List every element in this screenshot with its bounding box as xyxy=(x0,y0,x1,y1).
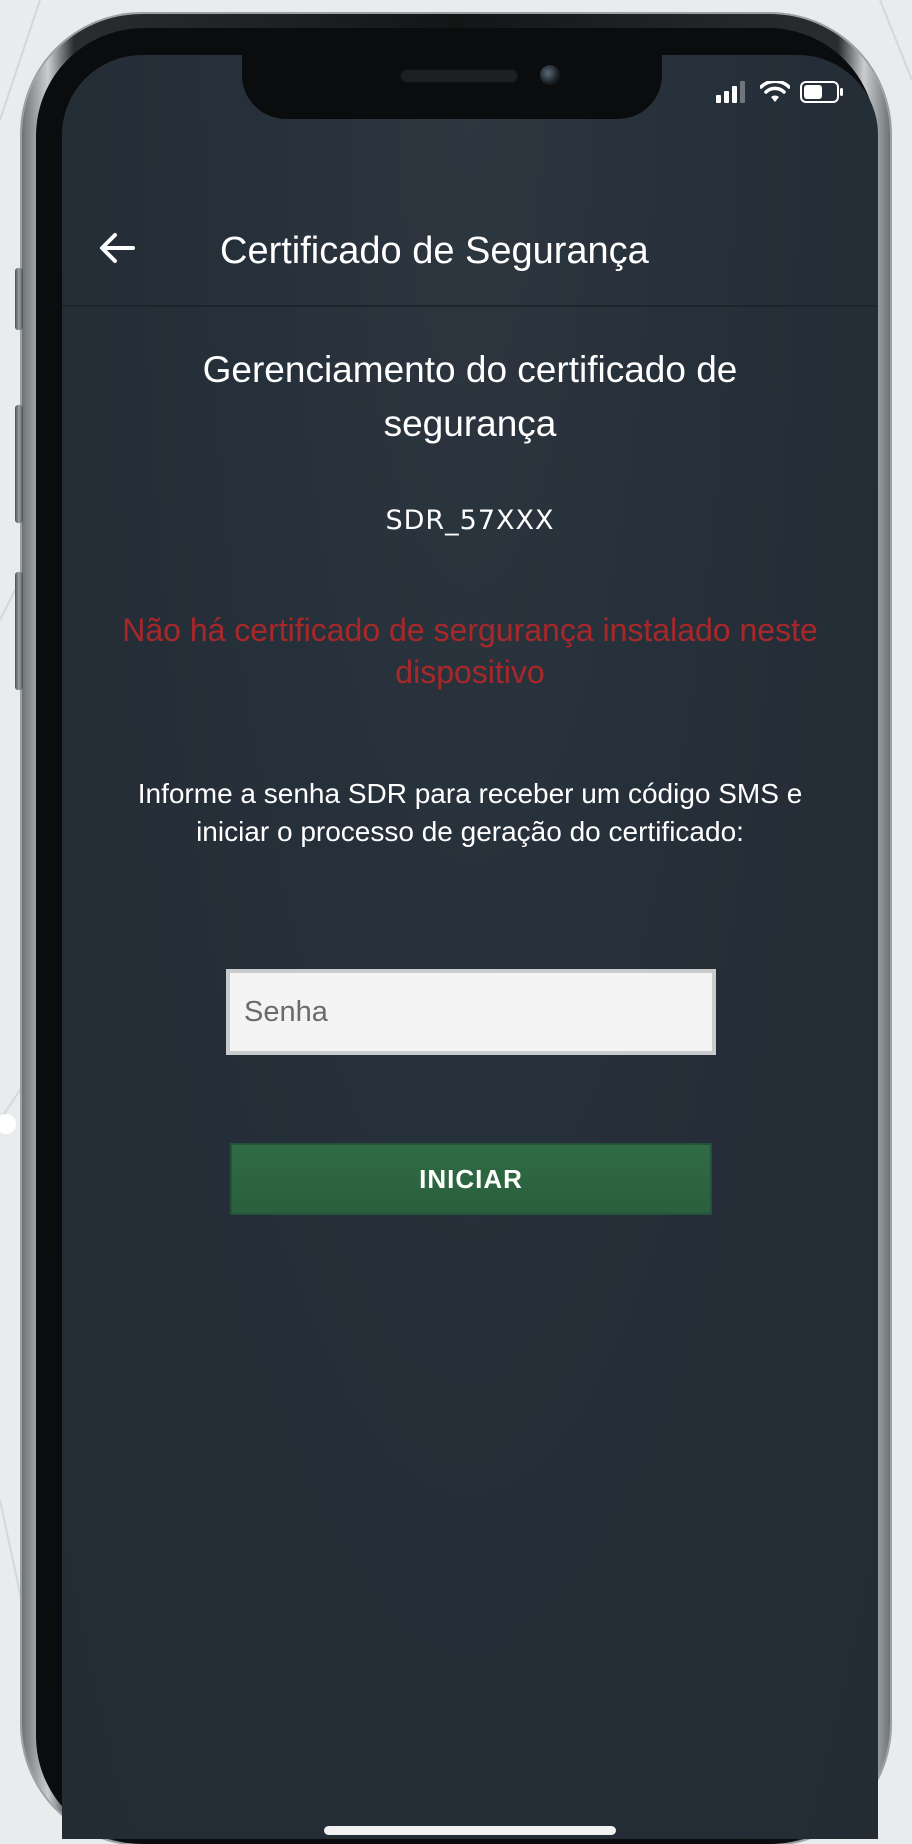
home-indicator[interactable] xyxy=(324,1826,616,1835)
notch xyxy=(242,55,662,119)
app-bar: Certificado de Segurança xyxy=(62,155,878,307)
app-screen: Certificado de Segurança Gerenciamento d… xyxy=(62,55,878,1839)
page-title: Certificado de Segurança xyxy=(220,230,649,272)
front-camera xyxy=(540,65,560,85)
silent-switch xyxy=(15,268,23,330)
earpiece-speaker xyxy=(400,69,518,83)
account-id: SDR_57XXX xyxy=(385,505,555,536)
volume-down-button xyxy=(15,572,23,690)
password-input[interactable] xyxy=(226,969,716,1055)
back-button[interactable] xyxy=(92,225,142,275)
instructions-text: Informe a senha SDR para receber um códi… xyxy=(137,778,803,847)
warning-message: Não há certificado de sergurança instala… xyxy=(122,612,818,690)
volume-up-button xyxy=(15,405,23,523)
section-heading: Gerenciamento do certificado de seguranç… xyxy=(202,349,738,444)
start-button[interactable]: INICIAR xyxy=(230,1143,712,1215)
battery-icon xyxy=(800,81,844,103)
signal-icon xyxy=(716,81,750,103)
arrow-left-icon xyxy=(97,230,137,271)
wifi-icon xyxy=(760,81,790,103)
status-bar-icons xyxy=(716,81,844,103)
